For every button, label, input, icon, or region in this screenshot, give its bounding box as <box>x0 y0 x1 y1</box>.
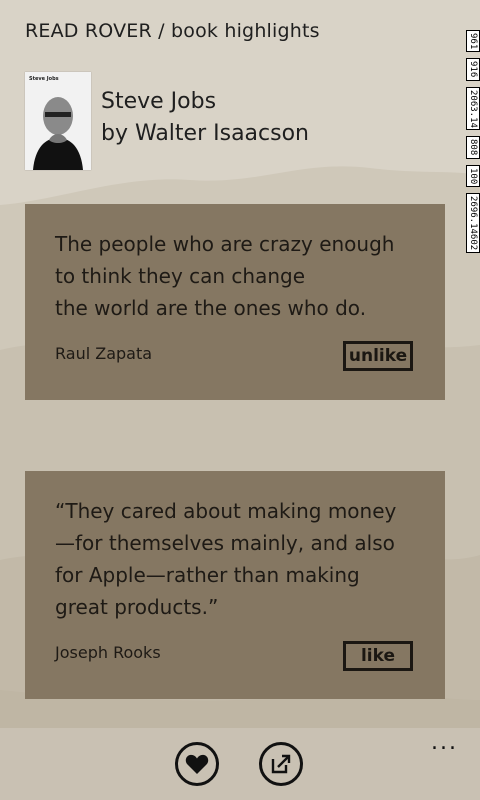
system-counter: 100 <box>466 164 480 187</box>
system-counter: 916 <box>466 58 480 81</box>
system-counter: 961 <box>466 30 480 53</box>
system-tray: 961 916 2063.14 808 100 2696.14602 <box>466 30 480 390</box>
like-button[interactable]: like <box>343 641 413 671</box>
book-title: Steve Jobs <box>101 89 217 114</box>
heart-icon <box>185 754 209 774</box>
book-info: Steve Jobs Steve Jobs by Walter Isaacson <box>25 72 309 170</box>
portrait-photo <box>25 72 91 170</box>
highlight-author: Joseph Rooks <box>55 643 161 662</box>
share-button[interactable] <box>259 742 303 786</box>
book-cover-image: Steve Jobs <box>25 72 91 170</box>
system-counter: 2063.14 <box>466 86 480 131</box>
book-meta: Steve Jobs by Walter Isaacson <box>101 72 309 170</box>
system-counter: 2696.14602 <box>466 193 480 254</box>
favorites-button[interactable] <box>175 742 219 786</box>
more-menu-button[interactable]: ... <box>431 730 458 755</box>
highlight-card: “They cared about making money —for them… <box>25 471 445 699</box>
highlight-author: Raul Zapata <box>55 344 153 363</box>
book-author: by Walter Isaacson <box>101 121 309 146</box>
highlight-card: The people who are crazy enough to think… <box>25 204 445 400</box>
app-title: READ ROVER / book highlights <box>25 20 320 42</box>
cover-title: Steve Jobs <box>29 76 59 82</box>
system-counter: 808 <box>466 136 480 159</box>
highlight-quote: “They cared about making money —for them… <box>55 499 397 619</box>
highlight-quote: The people who are crazy enough to think… <box>55 232 395 320</box>
share-icon <box>271 754 291 774</box>
unlike-button[interactable]: unlike <box>343 341 413 371</box>
app-bar: ... <box>0 728 480 800</box>
